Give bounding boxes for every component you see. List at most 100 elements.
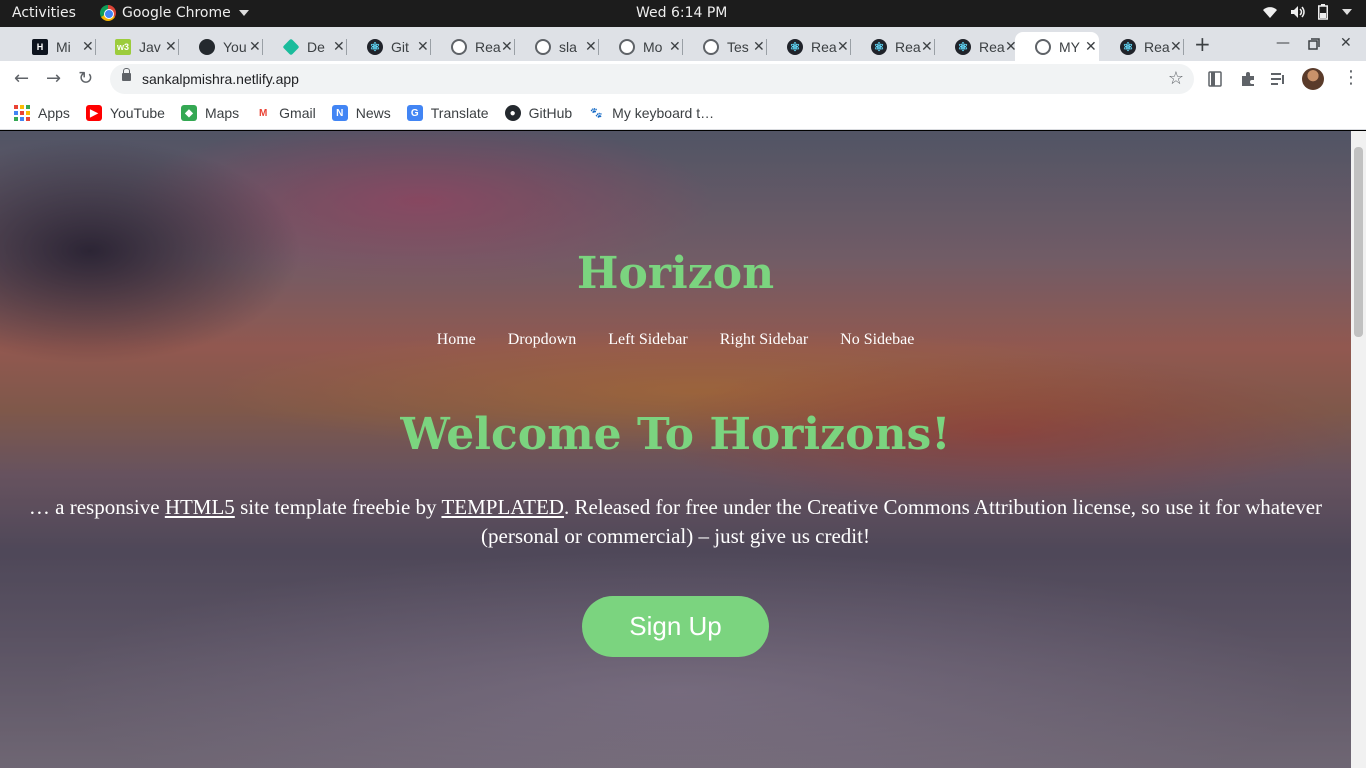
browser-tab[interactable]: De ✕ (263, 32, 347, 61)
bookmark-label: Maps (204, 105, 240, 121)
site-nav: Home Dropdown Left Sidebar Right Sidebar No … (0, 331, 1351, 349)
app-menu[interactable]: Google Chrome (100, 5, 249, 21)
bookmark-star-icon[interactable]: ☆ (1168, 68, 1184, 89)
page-scrollbar[interactable] (1351, 131, 1366, 768)
close-tab-icon[interactable]: ✕ (501, 38, 513, 55)
paw-icon: 🐾 (588, 105, 605, 121)
site-nav-item[interactable]: Left Sidebar (608, 331, 688, 349)
bookmark-label: YouTube (109, 105, 165, 121)
tab-title: Rea (979, 38, 1005, 55)
browser-tab[interactable]: ⚛ Rea ✕ (767, 32, 851, 61)
apps-grid-icon (14, 105, 30, 121)
browser-tab[interactable]: ⚛ Rea ✕ (851, 32, 935, 61)
bookmark-item[interactable]: Apps (14, 105, 70, 121)
bookmarks-bar: Apps ▶ YouTube ◆ Maps M Gmail N News G Translate ● G… (0, 97, 1366, 130)
browser-tab[interactable]: ⚛ Rea ✕ (1100, 32, 1184, 61)
close-tab-icon[interactable]: ✕ (585, 38, 597, 55)
browser-tab[interactable]: ⚛ Rea ✕ (935, 32, 1019, 61)
close-tab-icon[interactable]: ✕ (1085, 38, 1097, 55)
bookmark-item[interactable]: 🐾 My keyboard t… (588, 105, 714, 121)
globe-icon (535, 38, 551, 55)
browser-tab[interactable]: Mo ✕ (599, 32, 683, 61)
site-nav-item[interactable]: Home (437, 331, 476, 349)
close-tab-icon[interactable]: ✕ (837, 38, 849, 55)
lock-icon[interactable] (122, 68, 131, 81)
back-icon[interactable]: ← (14, 68, 29, 89)
kebab-menu-icon[interactable]: ⋮ (1342, 67, 1360, 88)
globe-icon (703, 38, 719, 55)
address-bar[interactable]: sankalpmishra.netlify.app ☆ (110, 64, 1194, 94)
browser-tab[interactable]: Tes ✕ (683, 32, 767, 61)
tab-title: sla (559, 38, 577, 55)
close-tab-icon[interactable]: ✕ (82, 38, 94, 55)
extensions-puzzle-icon[interactable] (1240, 71, 1256, 87)
reload-icon[interactable]: ↻ (78, 68, 93, 89)
battery-icon (1318, 4, 1328, 20)
site-nav-item[interactable]: No Sidebae (840, 331, 914, 349)
bookmark-item[interactable]: ◆ Maps (180, 105, 240, 121)
clock[interactable]: Wed 6:14 PM (636, 5, 727, 21)
close-window-icon[interactable]: ✕ (1340, 35, 1352, 51)
globe-icon (451, 38, 467, 55)
bookmark-label: Apps (38, 105, 70, 121)
tab-title: Rea (811, 38, 837, 55)
bookmark-label: News (355, 105, 391, 121)
html5-link[interactable]: HTML5 (165, 495, 235, 519)
tab-title: De (307, 38, 325, 55)
bookmark-item[interactable]: ● GitHub (504, 105, 573, 121)
close-tab-icon[interactable]: ✕ (669, 38, 681, 55)
close-tab-icon[interactable]: ✕ (1170, 38, 1182, 55)
browser-tab[interactable]: H Mi ✕ (12, 32, 96, 61)
close-tab-icon[interactable]: ✕ (165, 38, 177, 55)
forward-icon[interactable]: → (46, 68, 61, 89)
profile-avatar[interactable] (1302, 68, 1324, 90)
youtube-icon: ▶ (85, 105, 102, 121)
url-text[interactable]: sankalpmishra.netlify.app (142, 71, 299, 87)
site-title[interactable]: Horizon (0, 248, 1351, 299)
browser-tab[interactable]: MY ✕ (1015, 32, 1099, 61)
extension-sidebar-icon[interactable] (1208, 71, 1222, 87)
minimize-icon[interactable]: — (1276, 35, 1290, 51)
react-icon: ⚛ (367, 38, 383, 55)
scrollbar-thumb[interactable] (1354, 147, 1363, 337)
site-nav-item[interactable]: Dropdown (508, 331, 576, 349)
hero-text: … a responsive HTML5 site template freeb… (20, 493, 1331, 551)
bookmark-item[interactable]: G Translate (406, 105, 489, 121)
tab-title: Rea (1144, 38, 1170, 55)
site-nav-item[interactable]: Right Sidebar (720, 331, 808, 349)
browser-tab[interactable]: w3 Jav ✕ (95, 32, 179, 61)
templated-link[interactable]: TEMPLATED (441, 495, 564, 519)
close-tab-icon[interactable]: ✕ (417, 38, 429, 55)
browser-tab[interactable]: You ✕ (179, 32, 263, 61)
wifi-icon (1263, 7, 1277, 18)
bookmark-item[interactable]: M Gmail (255, 105, 316, 121)
close-tab-icon[interactable]: ✕ (753, 38, 765, 55)
new-tab-button[interactable]: + (1194, 32, 1211, 56)
globe-icon (619, 38, 635, 55)
tab-title: Mo (643, 38, 663, 55)
bookmark-item[interactable]: N News (331, 105, 391, 121)
chevron-down-icon (238, 10, 249, 16)
close-tab-icon[interactable]: ✕ (333, 38, 345, 55)
browser-tab[interactable]: sla ✕ (515, 32, 599, 61)
github-icon (199, 38, 215, 55)
system-tray[interactable] (1262, 4, 1352, 20)
hackerrank-icon: H (32, 38, 48, 55)
tab-separator (1183, 39, 1184, 55)
globe-icon (1035, 38, 1051, 55)
close-tab-icon[interactable]: ✕ (249, 38, 261, 55)
media-queue-icon[interactable] (1271, 72, 1287, 86)
activities-button[interactable]: Activities (12, 5, 76, 21)
close-tab-icon[interactable]: ✕ (921, 38, 933, 55)
react-icon: ⚛ (1120, 38, 1136, 55)
restore-icon[interactable] (1308, 38, 1320, 50)
browser-tab[interactable]: Rea ✕ (431, 32, 515, 61)
bookmark-label: GitHub (528, 105, 573, 121)
react-icon: ⚛ (787, 38, 803, 55)
browser-tab[interactable]: ⚛ Git ✕ (347, 32, 431, 61)
bookmark-label: Translate (430, 105, 489, 121)
tab-title: Mi (56, 38, 71, 55)
tab-title: Git (391, 38, 409, 55)
bookmark-item[interactable]: ▶ YouTube (85, 105, 165, 121)
sign-up-button[interactable]: Sign Up (582, 596, 769, 657)
